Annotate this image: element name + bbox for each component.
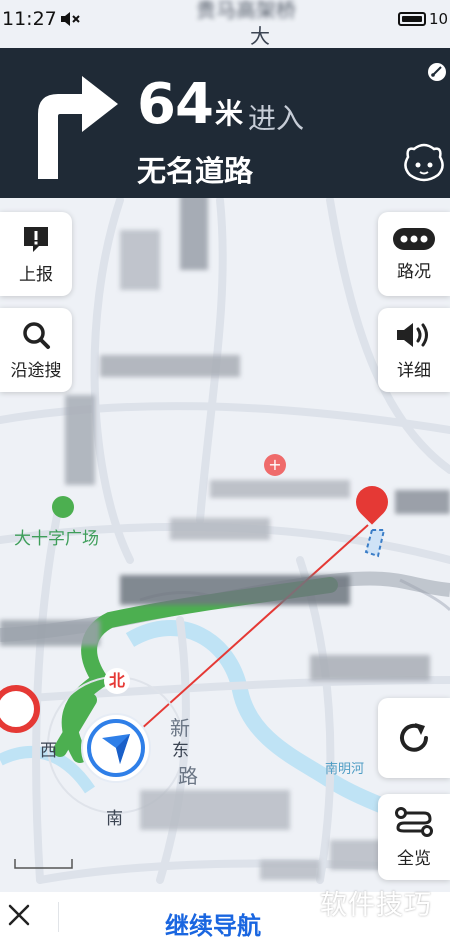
blurred-label: [180, 190, 208, 270]
close-icon[interactable]: [4, 900, 34, 930]
traffic-label: 路况: [397, 261, 431, 282]
distance-unit: 米: [214, 97, 243, 130]
blurred-label: [260, 860, 320, 880]
watermark: 软件技巧: [320, 890, 432, 921]
hospital-icon: +: [264, 454, 286, 476]
turn-distance: 64米: [137, 72, 243, 137]
blurred-label: [65, 395, 95, 485]
voice-detail-label: 详细: [397, 360, 431, 381]
search-along-route-button[interactable]: 沿途搜: [0, 308, 72, 392]
next-road-name: 无名道路: [137, 154, 254, 188]
battery-icon: [398, 12, 426, 26]
report-exclamation-icon: [24, 226, 48, 252]
battery-level: 10: [429, 10, 449, 28]
blurred-label: [210, 480, 350, 498]
search-icon: [23, 321, 50, 349]
search-along-route-label: 沿途搜: [10, 360, 62, 381]
divider: [58, 902, 59, 932]
report-button[interactable]: 上报: [0, 212, 72, 296]
map-label-river: 南明河: [325, 762, 365, 777]
map-label-park: 大十字广场: [14, 529, 99, 549]
mute-icon: [61, 12, 80, 26]
voice-assistant-mascot-icon[interactable]: [402, 143, 446, 183]
route-overview-button[interactable]: 全览: [378, 794, 450, 880]
guidance-panel[interactable]: 64米 进入 无名道路: [0, 48, 450, 198]
speaker-icon: [397, 322, 428, 347]
blurred-label: [120, 230, 160, 290]
blurred-label: [0, 620, 100, 646]
route-overview-icon: [395, 806, 433, 837]
report-label: 上报: [19, 264, 53, 285]
status-bar: 11:27 10: [0, 0, 450, 40]
blurred-label: [170, 518, 270, 540]
compass-south: 南: [106, 809, 123, 829]
traffic-dots-icon: [393, 227, 435, 250]
blurred-road-name: [120, 575, 350, 605]
continue-navigation-button[interactable]: 继续导航: [165, 906, 261, 937]
map-label-lu: 路: [178, 764, 198, 788]
route-overview-label: 全览: [397, 848, 431, 869]
blurred-label: [140, 790, 290, 830]
refresh-route-button[interactable]: [378, 698, 450, 778]
refresh-icon: [400, 723, 428, 752]
compass-west: 西: [40, 741, 57, 761]
voice-detail-button[interactable]: 详细: [378, 308, 450, 392]
current-location-marker: [80, 712, 152, 784]
traffic-button[interactable]: 路况: [378, 212, 450, 296]
gps-signal-icon: [428, 63, 446, 81]
status-time: 11:27: [2, 8, 57, 30]
park-icon: [52, 496, 74, 518]
compass-north: 北: [104, 668, 130, 694]
map-label-xin: 新: [170, 716, 190, 740]
blurred-label: [395, 490, 450, 514]
turn-right-arrow-icon: [38, 76, 118, 179]
turn-action: 进入: [248, 102, 305, 135]
blurred-label: [100, 355, 240, 377]
blurred-label: [310, 655, 430, 681]
distance-value: 64: [137, 72, 214, 137]
